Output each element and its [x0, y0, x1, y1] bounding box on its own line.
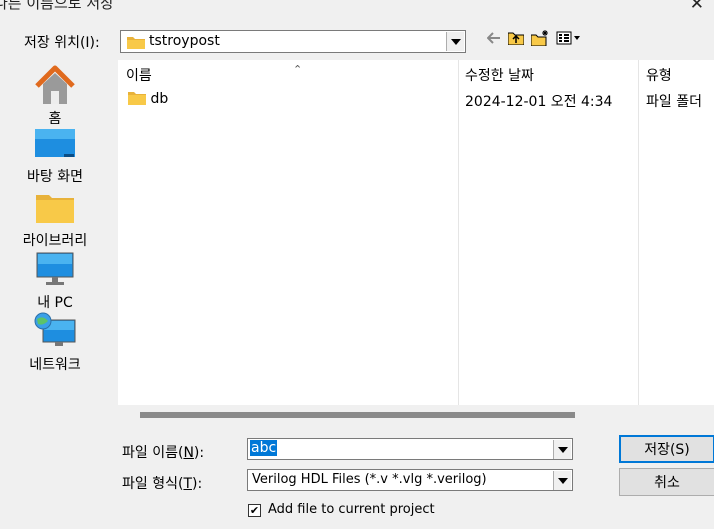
column-header-modified[interactable]: 수정한 날짜: [465, 65, 534, 85]
save-in-dropdown-button[interactable]: [446, 32, 464, 51]
new-folder-icon[interactable]: [530, 28, 550, 48]
place-computer-label: 내 PC: [37, 295, 73, 311]
place-library-label: 라이브러리: [22, 233, 88, 249]
file-name-label: 파일 이름(N):: [122, 445, 205, 461]
place-home[interactable]: 홈: [0, 64, 110, 128]
modified-cell: 2024-12-01 오전 4:34: [465, 94, 613, 110]
column-divider: [458, 60, 459, 405]
save-button[interactable]: 저장(S): [619, 435, 714, 463]
close-icon[interactable]: ✕: [690, 0, 704, 14]
library-icon: [35, 192, 75, 228]
column-header-name[interactable]: 이름 ⌃: [126, 63, 302, 85]
column-divider: [638, 60, 639, 405]
place-network[interactable]: 네트워크: [0, 312, 110, 374]
up-folder-icon[interactable]: [507, 28, 525, 48]
place-network-label: 네트워크: [29, 357, 81, 373]
add-file-label[interactable]: Add file to current project: [268, 502, 435, 517]
save-in-label: 저장 위치(I):: [24, 35, 100, 51]
network-icon: [33, 312, 77, 352]
chevron-down-icon: [450, 38, 461, 45]
file-name-input[interactable]: abc: [247, 438, 573, 460]
cancel-button[interactable]: 취소: [619, 468, 714, 496]
computer-icon: [35, 252, 75, 290]
desktop-icon: [34, 128, 76, 164]
sort-up-icon: ⌃: [293, 63, 303, 76]
place-home-label: 홈: [48, 111, 62, 127]
type-cell: 파일 폴더: [646, 94, 702, 110]
add-file-checkbox[interactable]: ✔: [248, 504, 261, 517]
file-type-label: 파일 형식(T):: [122, 476, 203, 492]
file-name-value: abc: [250, 440, 278, 456]
file-type-select[interactable]: Verilog HDL Files (*.v *.vlg *.verilog): [247, 469, 573, 491]
column-header-type[interactable]: 유형: [646, 65, 672, 85]
place-library[interactable]: 라이브러리: [0, 192, 110, 250]
folder-icon: [127, 35, 145, 53]
file-list[interactable]: 이름 ⌃ 수정한 날짜 유형 db 2024-12-01 오전 4:34 파일 …: [118, 60, 714, 405]
file-name-cell: db: [150, 91, 169, 107]
file-name-dropdown-button[interactable]: [553, 440, 571, 459]
save-in-dropdown[interactable]: tstroypost: [120, 30, 466, 53]
chevron-down-icon: [557, 477, 568, 484]
save-in-value: tstroypost: [149, 33, 220, 49]
home-icon: [34, 64, 76, 112]
horizontal-scrollbar[interactable]: [140, 412, 575, 418]
view-menu-icon[interactable]: [555, 28, 583, 48]
title-bar: 다른 이름으로 저장 ✕: [0, 0, 714, 18]
place-desktop[interactable]: 바탕 화면: [0, 128, 110, 186]
folder-icon: [128, 91, 146, 109]
file-type-value: Verilog HDL Files (*.v *.vlg *.verilog): [252, 472, 487, 487]
chevron-down-icon: [557, 446, 568, 453]
place-desktop-label: 바탕 화면: [27, 169, 83, 185]
places-bar: 홈 바탕 화면 라이브러리 내 PC 네트워크: [0, 60, 110, 380]
place-computer[interactable]: 내 PC: [0, 252, 110, 312]
window-title: 다른 이름으로 저장: [0, 0, 114, 12]
file-type-dropdown-button[interactable]: [553, 471, 571, 490]
list-item[interactable]: db: [128, 91, 168, 109]
back-arrow-icon[interactable]: [486, 28, 502, 48]
